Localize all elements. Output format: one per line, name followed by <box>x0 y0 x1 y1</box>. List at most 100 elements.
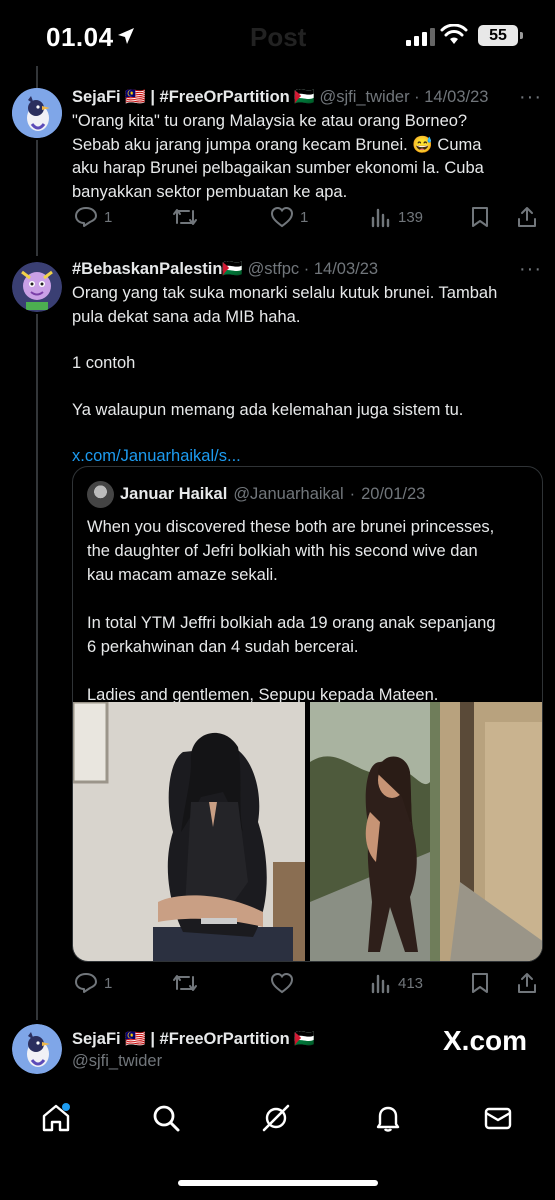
tweet-actions: 1 1 139 <box>72 206 542 230</box>
reply-count: 1 <box>104 208 113 226</box>
like-button[interactable]: 1 <box>270 206 308 228</box>
grok-icon <box>262 1104 290 1132</box>
reply-icon <box>75 973 97 993</box>
bottom-tab-bar <box>0 1090 555 1146</box>
tab-messages[interactable] <box>480 1100 516 1136</box>
tweet-text-line: 1 contoh <box>72 354 136 372</box>
avatar[interactable] <box>12 262 62 312</box>
retweet-button[interactable] <box>172 206 204 228</box>
views-icon <box>371 208 390 228</box>
handle[interactable]: @stfpc <box>248 260 300 278</box>
meta-separator: · <box>414 88 420 106</box>
footer-user[interactable]: SejaFi 🇲🇾 | #FreeOrPartition 🇵🇸 @sjfi_tw… <box>72 1028 315 1072</box>
views-count: 139 <box>398 208 424 226</box>
quoted-tweet[interactable]: Januar Haikal @Januarhaikal · 20/01/23 W… <box>72 466 543 962</box>
quoted-text-line: In total YTM Jeffri bolkiah ada 19 orang… <box>87 614 496 632</box>
tweet-actions: 1 413 <box>72 972 542 996</box>
tweet-text-line: aku harap Brunei pelbagaikan sumber ekon… <box>72 159 484 177</box>
header-title-faded: Post <box>250 22 307 52</box>
bookmark-button[interactable] <box>470 972 490 994</box>
handle: @sjfi_twider <box>72 1052 163 1070</box>
status-time: 01.04 <box>46 22 114 52</box>
more-options-icon[interactable]: ··· <box>519 258 542 281</box>
tab-grok[interactable] <box>258 1100 294 1136</box>
status-bar: 01.04 Post 55 <box>0 0 555 70</box>
quoted-date: 20/01/23 <box>361 485 426 503</box>
display-name[interactable]: SejaFi 🇲🇾 | #FreeOrPartition 🇵🇸 <box>72 88 315 106</box>
avatar[interactable] <box>12 1024 62 1074</box>
views-button[interactable]: 413 <box>370 972 423 994</box>
quoted-text-line: 6 perkahwinan dan 4 sudah bercerai. <box>87 638 359 656</box>
thread-line <box>36 140 38 256</box>
bookmark-icon <box>472 207 488 227</box>
like-count: 1 <box>300 208 309 226</box>
avatar[interactable] <box>12 88 62 138</box>
tweet-text-line: "Orang kita" tu orang Malaysia ke atau o… <box>72 112 468 130</box>
heart-icon <box>270 972 294 994</box>
quoted-photo-1[interactable] <box>73 702 305 962</box>
tweet[interactable]: #BebaskanPalestin🇵🇸 @stfpc · 14/03/23 ··… <box>72 258 542 469</box>
like-button[interactable] <box>270 972 300 994</box>
share-icon <box>518 973 536 993</box>
tweet-text-line: banyakkan sektor pembuatan ke apa. <box>72 182 348 201</box>
retweet-button[interactable] <box>172 972 204 994</box>
views-button[interactable]: 139 <box>370 206 423 228</box>
reply-count: 1 <box>104 974 113 992</box>
home-icon <box>42 1103 70 1132</box>
avatar-bird-icon <box>12 1024 62 1074</box>
quoted-tweet-meta: Januar Haikal @Januarhaikal · 20/01/23 <box>87 481 425 508</box>
avatar-bird-icon <box>12 88 62 138</box>
quoted-avatar[interactable] <box>87 481 114 508</box>
bookmark-button[interactable] <box>470 206 490 228</box>
cellular-signal-icon <box>406 28 435 46</box>
tweet-meta: #BebaskanPalestin🇵🇸 @stfpc · 14/03/23 <box>72 258 542 280</box>
handle[interactable]: @sjfi_twider <box>319 88 409 106</box>
display-name[interactable]: #BebaskanPalestin🇵🇸 <box>72 260 243 278</box>
x-watermark: X.com <box>443 1025 528 1056</box>
quoted-photo-2[interactable] <box>310 702 543 962</box>
tab-search[interactable] <box>148 1100 184 1136</box>
quoted-text: When you discovered these both are brune… <box>87 515 527 707</box>
tab-home[interactable] <box>38 1100 74 1136</box>
views-icon <box>371 974 390 994</box>
more-options-icon[interactable]: ··· <box>519 86 542 109</box>
tweet-text-line: Ya walaupun memang ada kelemahan juga si… <box>72 400 464 419</box>
mail-icon <box>484 1107 512 1130</box>
reply-button[interactable]: 1 <box>74 972 112 994</box>
bookmark-icon <box>472 973 488 993</box>
tweet-text-line: Sebab aku jarang jumpa orang kecam Brune… <box>72 135 482 154</box>
tweet-link[interactable]: x.com/Januarhaikal/s... <box>72 445 542 469</box>
display-name: SejaFi 🇲🇾 | #FreeOrPartition 🇵🇸 <box>72 1030 315 1048</box>
quoted-handle: @Januarhaikal <box>233 485 344 503</box>
quoted-text-line: kau macam amaze sekali. <box>87 566 278 584</box>
avatar-cartoon-icon <box>12 262 62 312</box>
tweet-date[interactable]: 14/03/23 <box>424 88 488 106</box>
thread-line <box>36 66 38 88</box>
location-arrow-icon <box>118 28 134 44</box>
retweet-icon <box>173 975 197 991</box>
heart-icon <box>270 206 294 228</box>
thread-line <box>36 314 38 1020</box>
tab-notifications[interactable] <box>370 1100 406 1136</box>
tweet-meta: SejaFi 🇲🇾 | #FreeOrPartition 🇵🇸 @sjfi_tw… <box>72 86 542 108</box>
wifi-icon <box>440 24 468 44</box>
tweet-text: "Orang kita" tu orang Malaysia ke atau o… <box>72 110 542 204</box>
views-count: 413 <box>398 974 424 992</box>
home-indicator[interactable] <box>178 1180 378 1186</box>
meta-separator: · <box>349 485 356 503</box>
tweet[interactable]: SejaFi 🇲🇾 | #FreeOrPartition 🇵🇸 @sjfi_tw… <box>72 86 542 204</box>
share-icon <box>518 207 536 227</box>
quoted-display-name: Januar Haikal <box>120 485 228 503</box>
share-button[interactable] <box>516 972 538 994</box>
battery-indicator: 55 <box>478 25 523 46</box>
meta-separator: · <box>303 260 310 278</box>
tweet-text-line: Orang yang tak suka monarki selalu kutuk… <box>72 284 498 302</box>
tweet-text: Orang yang tak suka monarki selalu kutuk… <box>72 282 542 469</box>
bell-icon <box>376 1106 400 1132</box>
search-icon <box>153 1105 180 1132</box>
quoted-text-line: the daughter of Jefri bolkiah with his s… <box>87 542 478 560</box>
reply-button[interactable]: 1 <box>74 206 112 228</box>
tweet-date[interactable]: 14/03/23 <box>314 260 378 278</box>
tweet-text-line: pula dekat sana ada MIB haha. <box>72 307 301 326</box>
share-button[interactable] <box>516 206 538 228</box>
